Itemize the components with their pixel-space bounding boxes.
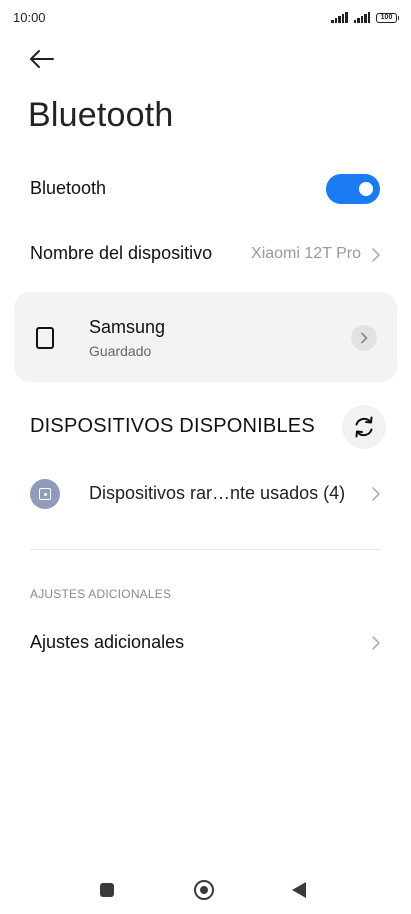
chevron-right-icon [372,248,380,262]
bluetooth-label: Bluetooth [30,178,107,198]
back-button[interactable] [22,44,58,74]
signal-icon [331,12,348,23]
device-name-label: Nombre del dispositivo [30,243,213,263]
device-icon [30,479,60,509]
additional-settings-header: AJUSTES ADICIONALES [30,587,172,601]
saved-device-name: Samsung [89,317,166,337]
chevron-right-icon [372,487,380,501]
battery-icon: 100 [376,13,399,23]
refresh-icon [355,416,373,438]
rare-devices-label: Dispositivos rar…nte usados (4) [89,483,346,503]
bluetooth-toggle[interactable] [326,174,380,204]
recents-icon[interactable] [100,883,114,897]
page-title: Bluetooth [28,96,174,134]
divider [30,549,381,550]
bluetooth-toggle-row[interactable]: Bluetooth [0,166,411,212]
status-icons: 100 [331,11,399,23]
navigation-bar [0,860,411,914]
additional-settings-row[interactable]: Ajustes adicionales [0,620,411,666]
home-icon[interactable] [194,880,214,900]
toggle-knob [359,182,373,196]
available-devices-header: DISPOSITIVOS DISPONIBLES [30,415,315,437]
device-name-value: Xiaomi 12T Pro [251,245,361,262]
device-details-button[interactable] [351,325,377,351]
saved-device-card[interactable]: Samsung Guardado [14,292,397,382]
rare-devices-row[interactable]: Dispositivos rar…nte usados (4) [0,472,411,518]
signal-icon [353,12,370,23]
phone-icon [36,327,54,349]
back-triangle-icon[interactable] [292,882,306,898]
additional-settings-label: Ajustes adicionales [30,632,185,652]
device-name-row[interactable]: Nombre del dispositivo Xiaomi 12T Pro [0,232,411,278]
chevron-right-icon [372,636,380,650]
status-bar: 10:00 100 [0,0,411,38]
arrow-left-icon [30,50,54,68]
saved-device-status: Guardado [89,343,152,359]
refresh-button[interactable] [342,405,386,449]
status-time: 10:00 [13,10,46,25]
chevron-right-icon [361,332,368,344]
